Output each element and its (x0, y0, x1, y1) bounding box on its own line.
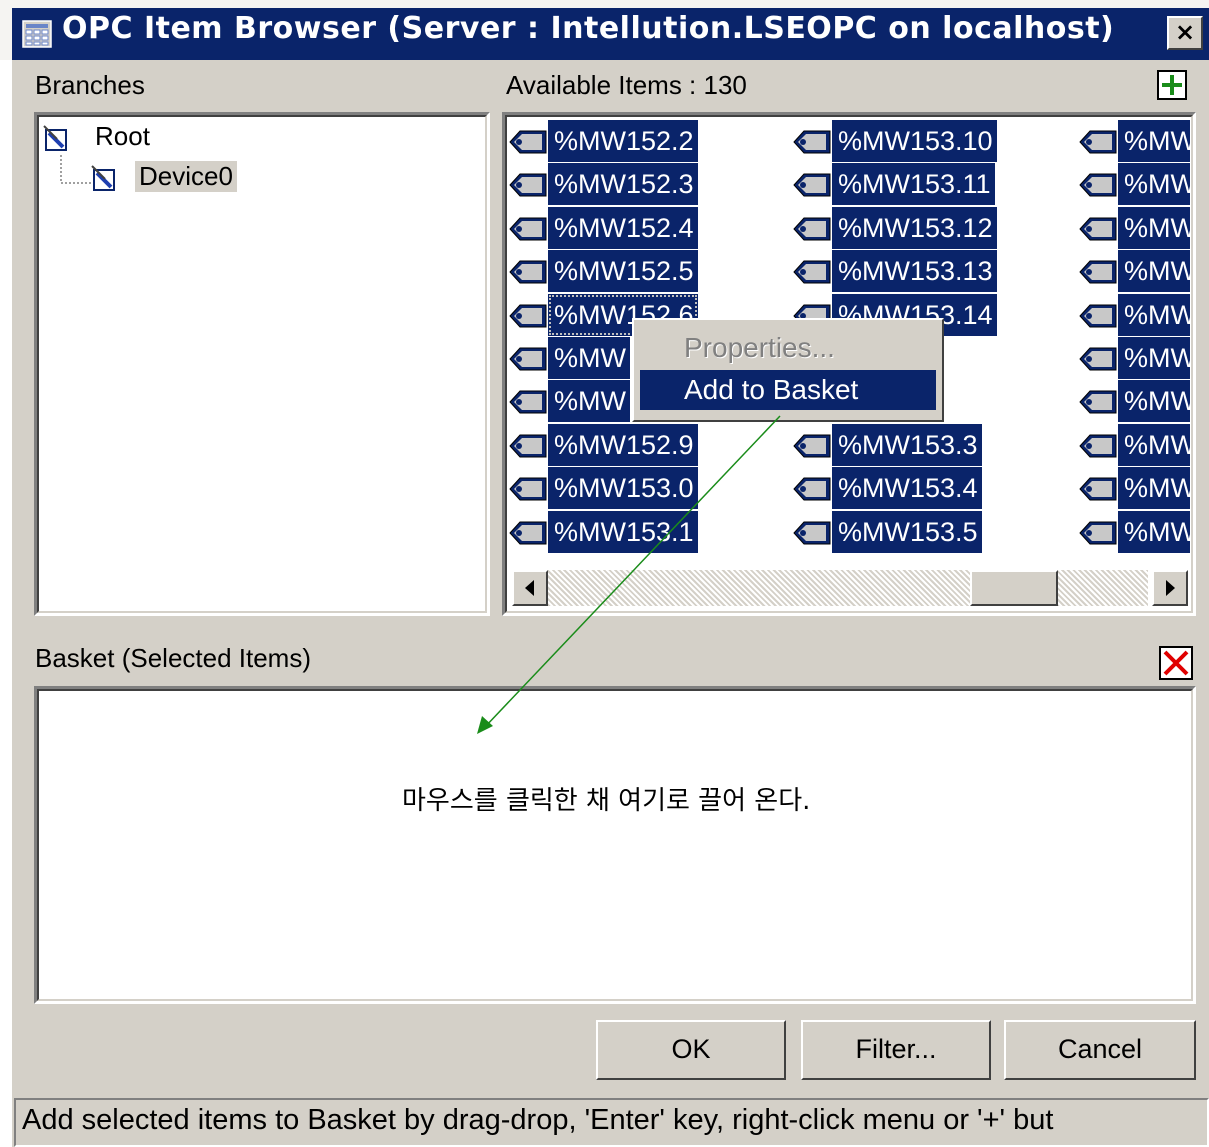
list-item-label: %MW153.5 (832, 510, 982, 553)
item-tag-icon (1079, 304, 1117, 328)
list-item-label: %MW (1118, 337, 1190, 379)
item-tag-icon (1079, 390, 1117, 414)
branches-label: Branches (35, 70, 145, 100)
close-button[interactable]: × (1167, 16, 1203, 50)
scroll-track[interactable] (548, 570, 1148, 606)
list-item-label: %MW (1118, 380, 1190, 423)
list-item-label: %MW (1118, 293, 1190, 336)
window-left-edge (0, 60, 12, 1147)
item-tag-icon (509, 304, 547, 328)
scroll-left-button[interactable] (512, 570, 548, 606)
item-tag-icon (509, 521, 547, 545)
item-tag-icon (1079, 217, 1117, 241)
item-tag-icon (1079, 260, 1117, 284)
list-item-label: %MW152.9 (548, 423, 698, 466)
list-item-label: %MW (1118, 423, 1190, 466)
window-title: OPC Item Browser (Server : Intellution.L… (62, 11, 1115, 46)
item-tag-icon (509, 260, 547, 284)
item-tag-icon (1079, 434, 1117, 458)
branches-tree[interactable]: Root Device0 (34, 112, 490, 616)
tree-label-root: Root (95, 121, 150, 151)
list-item-label: %MW153.1 (548, 510, 698, 553)
list-item-label: %MW (1118, 120, 1190, 162)
basket-label: Basket (Selected Items) (35, 643, 311, 673)
list-item-label: %MW (548, 380, 630, 423)
list-item-label: %MW153.10 (832, 120, 997, 162)
list-item-label: %MW152.5 (548, 250, 698, 293)
list-item-label: %MW153.13 (832, 250, 997, 293)
window-app-icon (22, 20, 52, 48)
list-item-label: %MW152.4 (548, 206, 698, 249)
list-item-label: %MW153.11 (832, 163, 995, 206)
available-items-label: Available Items : 130 (506, 70, 747, 100)
item-tag-icon (509, 217, 547, 241)
item-tag-icon (509, 347, 547, 371)
item-tag-icon (793, 130, 831, 154)
plus-icon (1162, 75, 1182, 95)
branch-icon (43, 125, 67, 151)
list-item-label: %MW153.0 (548, 467, 698, 510)
item-tag-icon (793, 521, 831, 545)
item-tag-icon (1079, 347, 1117, 371)
item-tag-icon (1079, 173, 1117, 197)
item-tag-icon (1079, 477, 1117, 501)
list-item-label: %MW (1118, 250, 1190, 293)
clear-basket-button[interactable] (1159, 646, 1193, 680)
list-item-label: %MW153.12 (832, 206, 997, 249)
drag-annotation: 마우스를 클릭한 채 여기로 끌어 온다. (402, 786, 811, 816)
item-tag-icon (509, 130, 547, 154)
cancel-button[interactable]: Cancel (1004, 1020, 1196, 1080)
add-to-basket-button[interactable] (1157, 70, 1187, 100)
item-tag-icon (509, 173, 547, 197)
arrow-left-icon (525, 580, 534, 596)
arrow-right-icon (1166, 580, 1175, 596)
opc-item-browser-window: OPC Item Browser (Server : Intellution.L… (0, 0, 1209, 1147)
basket-list[interactable] (34, 686, 1196, 1004)
item-tag-icon (1079, 130, 1117, 154)
menu-item-add-to-basket[interactable]: Add to Basket (640, 370, 936, 410)
item-tag-icon (509, 390, 547, 414)
status-bar: Add selected items to Basket by drag-dro… (14, 1098, 1209, 1147)
list-item-label: %MW (548, 337, 630, 379)
list-item-label: %MW (1118, 510, 1190, 553)
list-item-label: %MW (1118, 206, 1190, 249)
scroll-right-button[interactable] (1152, 570, 1188, 606)
basket-frame (37, 689, 1193, 1001)
branch-icon (91, 165, 115, 191)
item-tag-icon (793, 217, 831, 241)
list-item-label: %MW153.4 (832, 467, 982, 510)
red-x-icon (1163, 650, 1189, 676)
item-tag-icon (509, 477, 547, 501)
item-tag-icon (1079, 521, 1117, 545)
list-item-label: %MW152.2 (548, 120, 698, 162)
item-tag-icon (793, 260, 831, 284)
context-menu: Properties... Add to Basket (632, 318, 944, 422)
status-text: Add selected items to Basket by drag-dro… (22, 1104, 1054, 1136)
item-tag-icon (793, 173, 831, 197)
list-item-label: %MW (1118, 467, 1190, 510)
list-item-label: %MW (1118, 163, 1190, 206)
ok-button[interactable]: OK (596, 1020, 786, 1080)
menu-item-properties[interactable]: Properties... (640, 328, 936, 368)
item-tag-icon (793, 477, 831, 501)
item-tag-icon (509, 434, 547, 458)
scroll-thumb[interactable] (970, 570, 1058, 606)
horizontal-scrollbar[interactable] (508, 566, 1190, 610)
title-bar[interactable]: OPC Item Browser (Server : Intellution.L… (0, 0, 1209, 60)
list-item-label: %MW153.3 (832, 423, 982, 466)
list-item-label: %MW152.3 (548, 163, 698, 206)
filter-button[interactable]: Filter... (801, 1020, 991, 1080)
tree-label-device0: Device0 (135, 161, 237, 192)
item-tag-icon (793, 434, 831, 458)
